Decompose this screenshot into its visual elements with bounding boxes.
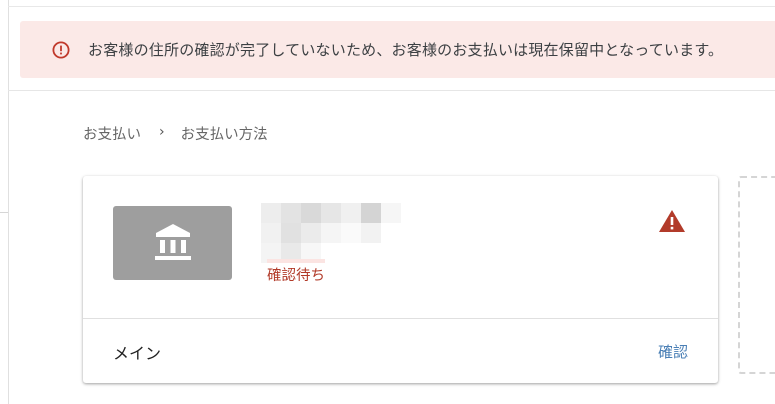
payment-method-card: 確認待ち メイン 確認 — [83, 176, 718, 383]
masked-account-details — [261, 203, 401, 263]
warning-triangle-icon — [659, 210, 685, 232]
breadcrumb-payment-methods: お支払い方法 — [180, 126, 268, 143]
alert-message: お客様の住所の確認が完了していないため、お客様のお支払いは現在保留中となっていま… — [88, 41, 724, 59]
side-panel-mark — [0, 212, 8, 213]
side-panel-edge — [0, 0, 9, 404]
bank-account-tile — [113, 206, 232, 280]
top-divider — [8, 6, 775, 7]
breadcrumb: お支払い › お支払い方法 — [83, 122, 268, 144]
address-verification-alert: お客様の住所の確認が完了していないため、お客様のお支払いは現在保留中となっていま… — [20, 21, 775, 78]
section-divider — [8, 90, 775, 91]
card-divider — [83, 318, 718, 319]
verification-status: 確認待ち — [267, 268, 325, 284]
bank-icon — [155, 224, 191, 260]
breadcrumb-payments[interactable]: お支払い — [83, 123, 141, 144]
chevron-right-icon: › — [159, 124, 165, 140]
verify-link[interactable]: 確認 — [658, 341, 688, 362]
add-payment-method-placeholder[interactable] — [738, 176, 775, 374]
payment-method-label: メイン — [113, 344, 162, 363]
payments-page: お客様の住所の確認が完了していないため、お客様のお支払いは現在保留中となっていま… — [0, 0, 775, 404]
alert-circle-icon — [52, 41, 70, 58]
